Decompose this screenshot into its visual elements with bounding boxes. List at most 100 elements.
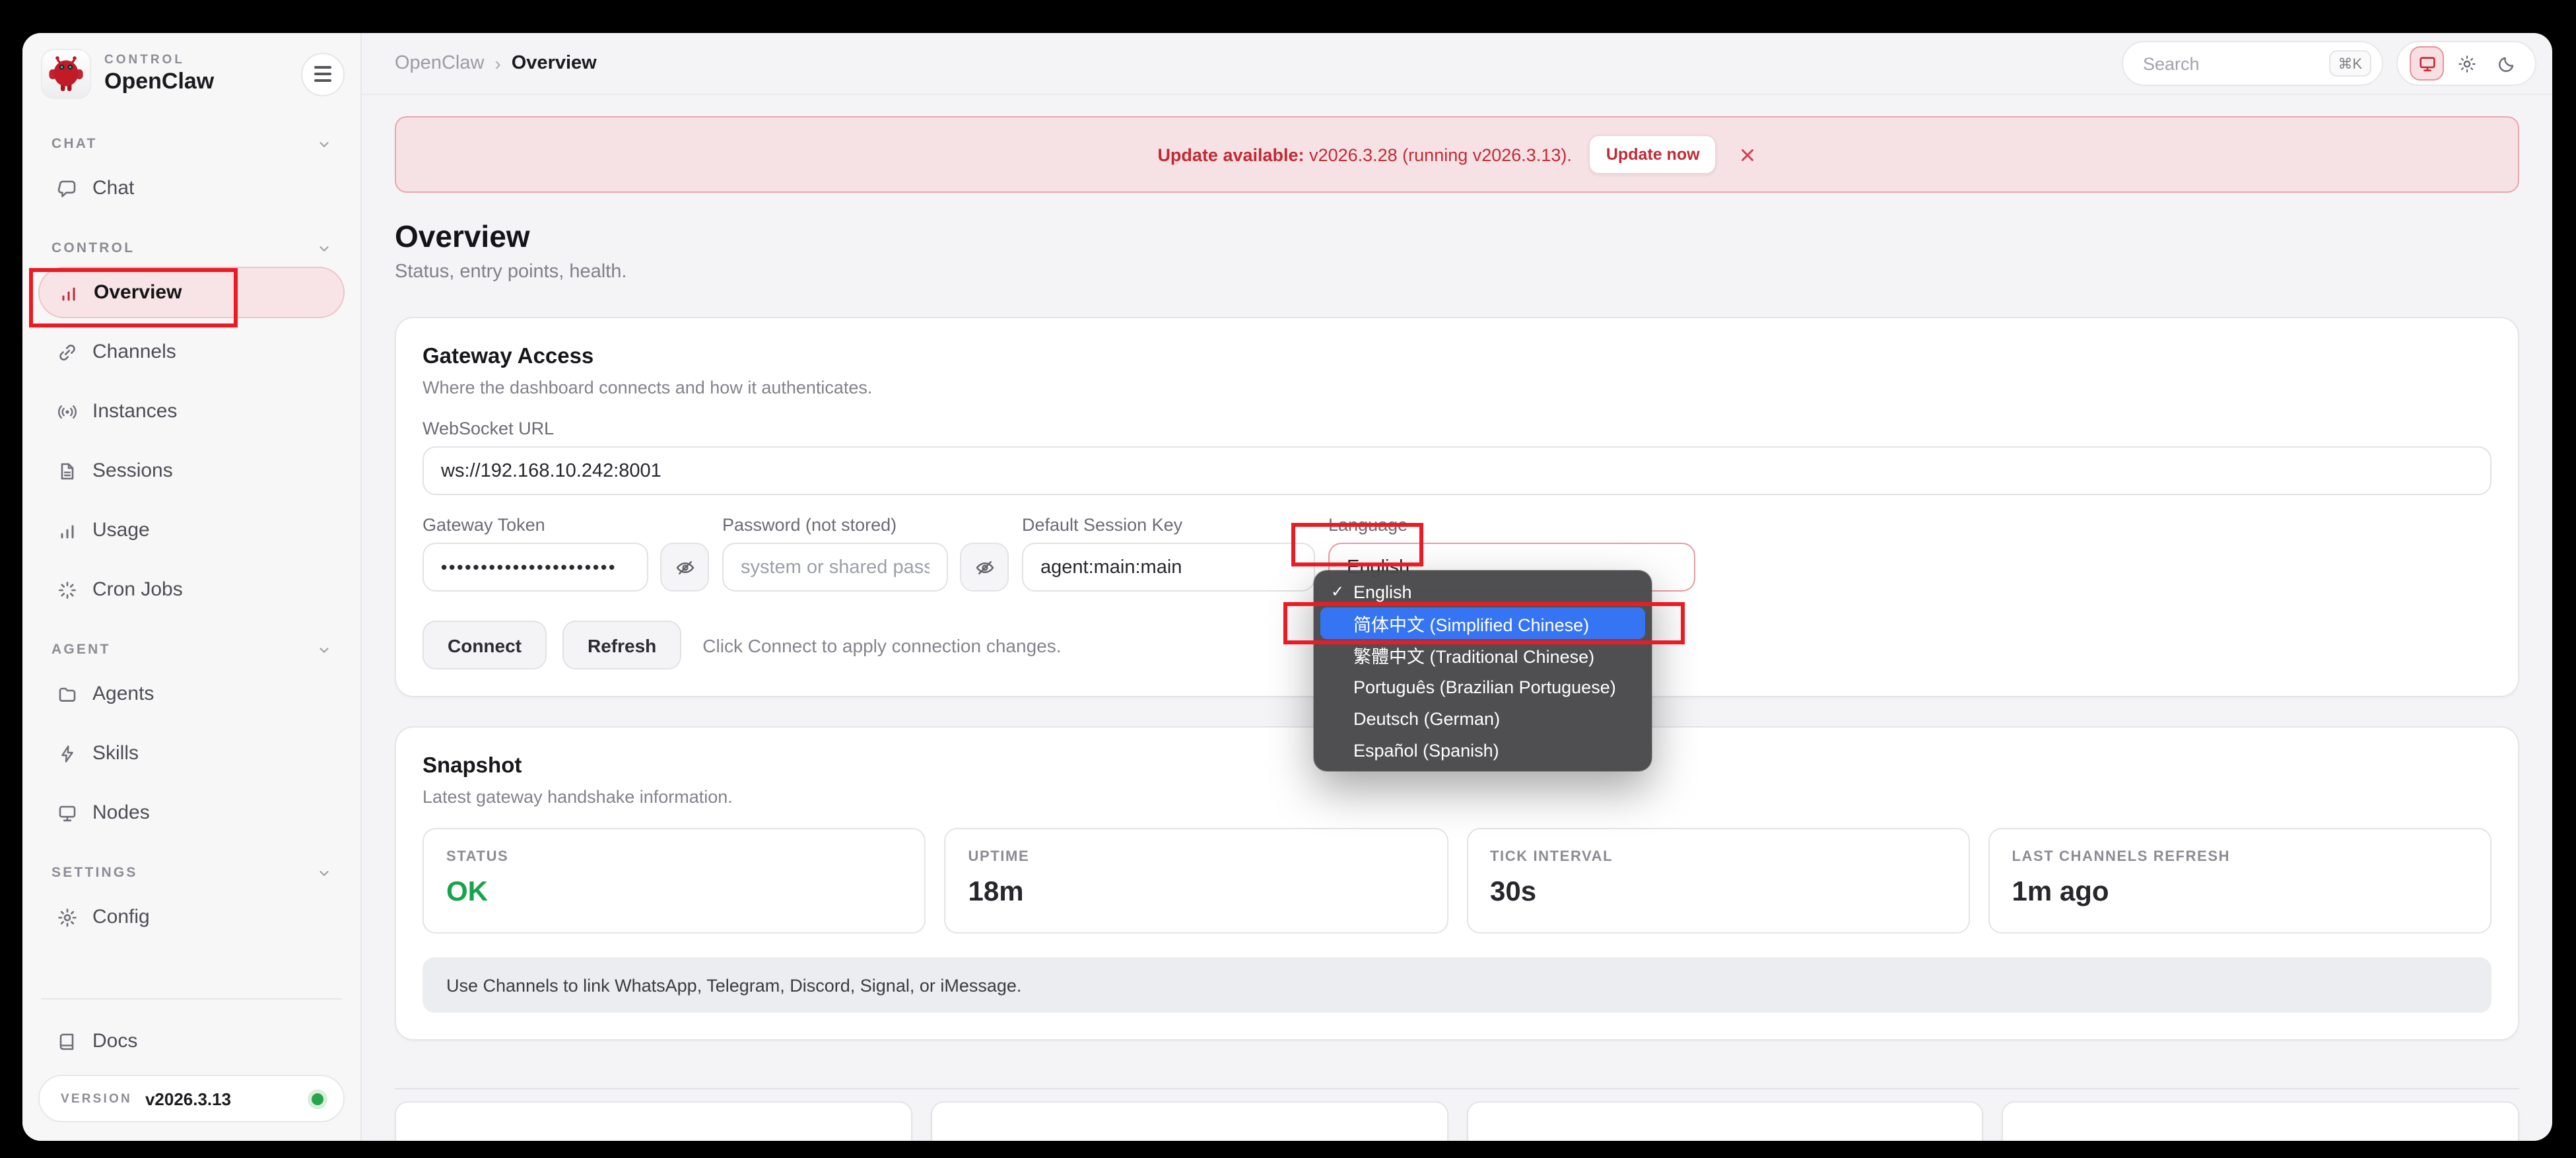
update-banner: Update available: v2026.3.28 (running v2… xyxy=(395,116,2519,193)
card-partial xyxy=(2002,1101,2519,1141)
sidebar-item-cron-jobs[interactable]: Cron Jobs xyxy=(38,564,345,615)
menu-item-label: Português (Brazilian Portuguese) xyxy=(1353,677,1616,697)
sidebar-item-sessions[interactable]: Sessions xyxy=(38,445,345,496)
stat-status: STATUS OK xyxy=(423,828,926,934)
card-partial xyxy=(395,1101,912,1141)
menu-item-spanish[interactable]: Español (Spanish) xyxy=(1320,734,1645,766)
sidebar-collapse-button[interactable] xyxy=(301,52,345,96)
nav-section-agent[interactable]: AGENT xyxy=(51,639,331,660)
menu-item-traditional-chinese[interactable]: 繁體中文 (Traditional Chinese) xyxy=(1320,639,1645,671)
sidebar-item-config[interactable]: Config xyxy=(38,891,345,943)
shortcut-badge: ⌘K xyxy=(2328,50,2371,77)
search-input[interactable]: Search ⌘K xyxy=(2122,41,2383,86)
stat-value: 18m xyxy=(968,877,1024,907)
sidebar-item-label: Overview xyxy=(94,281,182,304)
nav-section-chat[interactable]: CHAT xyxy=(51,133,331,154)
nav-section-settings[interactable]: SETTINGS xyxy=(51,862,331,883)
field-labels-row: Gateway Token Password (not stored) Defa… xyxy=(423,515,2491,535)
password-label: Password (not stored) xyxy=(722,515,897,535)
breadcrumb-root[interactable]: OpenClaw xyxy=(395,53,484,74)
stat-tick-interval: TICK INTERVAL 30s xyxy=(1466,828,1970,934)
theme-system-button[interactable] xyxy=(2410,46,2444,81)
folder-icon xyxy=(55,683,78,704)
card-subtitle: Latest gateway handshake information. xyxy=(423,787,733,807)
language-dropdown-menu: ✓ English 简体中文 (Simplified Chinese) 繁體中文… xyxy=(1314,570,1652,771)
websocket-url-input[interactable]: ws://192.168.10.242:8001 xyxy=(423,446,2491,495)
sidebar-item-skills[interactable]: Skills xyxy=(38,728,345,779)
theme-light-button[interactable] xyxy=(2449,46,2484,81)
sidebar-item-channels[interactable]: Channels xyxy=(38,326,345,378)
nav-section-control[interactable]: CONTROL xyxy=(51,238,331,259)
page-subtitle: Status, entry points, health. xyxy=(395,261,627,283)
sidebar-item-label: Skills xyxy=(92,742,139,765)
sun-icon xyxy=(2458,55,2475,72)
file-icon xyxy=(55,460,78,481)
spinner-icon xyxy=(55,579,78,600)
sidebar-nav: CHAT Chat CONTROL Overview Channels Inst… xyxy=(22,99,360,985)
menu-item-german[interactable]: Deutsch (German) xyxy=(1320,702,1645,734)
menu-item-portuguese[interactable]: Português (Brazilian Portuguese) xyxy=(1320,671,1645,702)
chevron-down-icon xyxy=(320,647,329,652)
sidebar-item-label: Channels xyxy=(92,341,176,363)
connect-hint: Click Connect to apply connection change… xyxy=(702,634,1062,656)
version-label: VERSION xyxy=(61,1091,132,1106)
section-label: AGENT xyxy=(51,642,111,658)
websocket-url-label: WebSocket URL xyxy=(423,419,555,438)
sidebar-item-label: Nodes xyxy=(92,801,150,824)
sidebar-item-label: Config xyxy=(92,906,150,928)
sidebar-item-label: Cron Jobs xyxy=(92,578,183,601)
sidebar-item-usage[interactable]: Usage xyxy=(38,504,345,556)
breadcrumb-current: Overview xyxy=(511,53,597,74)
update-message: Update available: v2026.3.28 (running v2… xyxy=(1157,145,1571,164)
refresh-button[interactable]: Refresh xyxy=(562,621,682,669)
close-icon[interactable] xyxy=(1740,146,1757,163)
book-icon xyxy=(55,1031,78,1052)
stat-uptime: UPTIME 18m xyxy=(944,828,1448,934)
toggle-password-visibility-button[interactable] xyxy=(960,543,1009,592)
card-partial xyxy=(1466,1101,1984,1141)
session-key-group: agent:main:main xyxy=(1022,543,1315,592)
stat-value: 1m ago xyxy=(2012,877,2109,907)
menu-item-english[interactable]: ✓ English xyxy=(1320,576,1645,607)
sidebar-item-instances[interactable]: Instances xyxy=(38,386,345,437)
search-placeholder: Search xyxy=(2143,53,2200,73)
sidebar-header: CONTROL OpenClaw xyxy=(22,33,360,99)
eye-off-icon xyxy=(975,561,994,574)
sidebar-item-agents[interactable]: Agents xyxy=(38,668,345,720)
card-subtitle: Where the dashboard connects and how it … xyxy=(423,378,873,397)
sidebar-item-label: Agents xyxy=(92,683,154,705)
sidebar-item-nodes[interactable]: Nodes xyxy=(38,787,345,838)
sidebar-item-chat[interactable]: Chat xyxy=(38,162,345,214)
sidebar-item-overview[interactable]: Overview xyxy=(38,267,345,318)
gateway-token-input[interactable]: •••••••••••••••••••••• xyxy=(423,543,648,592)
chevron-down-icon xyxy=(320,870,329,875)
password-group xyxy=(722,543,1009,592)
openclaw-logo xyxy=(41,49,91,99)
zap-icon xyxy=(55,743,78,764)
topbar-controls: Search ⌘K xyxy=(2122,41,2536,86)
sidebar-item-label: Sessions xyxy=(92,460,173,482)
menu-item-simplified-chinese[interactable]: 简体中文 (Simplified Chinese) xyxy=(1320,607,1645,639)
toggle-token-visibility-button[interactable] xyxy=(660,543,709,592)
theme-dark-button[interactable] xyxy=(2489,46,2523,81)
brand-kicker: CONTROL xyxy=(104,52,185,67)
update-now-button[interactable]: Update now xyxy=(1588,135,1717,174)
sidebar-item-docs[interactable]: Docs xyxy=(38,1015,345,1067)
password-input[interactable] xyxy=(722,543,948,592)
check-icon: ✓ xyxy=(1331,582,1345,601)
stat-value: OK xyxy=(446,877,488,907)
snapshot-stats-row: STATUS OK UPTIME 18m TICK INTERVAL 30s L… xyxy=(423,828,2491,934)
sidebar: CONTROL OpenClaw CHAT Chat CONTROL Overv… xyxy=(22,33,362,1141)
sidebar-item-label: Instances xyxy=(92,400,178,423)
moon-icon xyxy=(2498,56,2513,71)
section-label: CONTROL xyxy=(51,240,135,256)
card-partial xyxy=(930,1101,1448,1141)
gateway-token-label: Gateway Token xyxy=(423,515,545,535)
session-key-input[interactable]: agent:main:main xyxy=(1022,543,1315,592)
connect-button[interactable]: Connect xyxy=(423,621,547,669)
section-divider xyxy=(395,1088,2519,1089)
crab-robot-logo-icon xyxy=(49,56,83,91)
menu-item-label: 简体中文 (Simplified Chinese) xyxy=(1353,615,1590,635)
language-label: Language xyxy=(1328,515,1408,535)
chat-bubble-icon xyxy=(55,178,78,199)
